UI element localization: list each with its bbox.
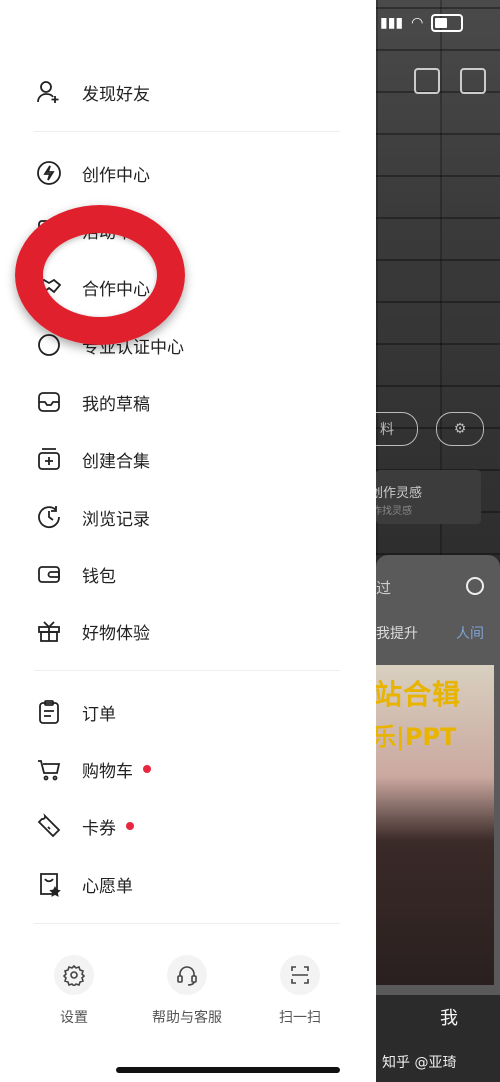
inspiration-title: 创作灵感	[376, 486, 423, 501]
drawer-bottom-actions: 设置 帮助与客服 扫一扫	[0, 955, 376, 1035]
drawer-item-orders[interactable]: 订单	[36, 692, 116, 732]
watermark: 知乎 @亚琦	[382, 1055, 457, 1071]
scan-frame-icon[interactable]	[414, 68, 440, 94]
battery-icon	[431, 14, 464, 32]
tab-me[interactable]: 我	[440, 1004, 458, 1030]
drawer-item-label: 创建合集	[82, 451, 150, 472]
divider	[34, 923, 340, 924]
edit-profile-button[interactable]: 料	[376, 412, 418, 446]
drawer-item-label: 好物体验	[82, 623, 150, 644]
drawer-item-good-things[interactable]: 好物体验	[36, 611, 150, 651]
share-icon[interactable]	[460, 68, 486, 94]
profile-settings-button[interactable]: ⚙	[436, 412, 484, 446]
thumbnail-title: 站合辑	[376, 678, 462, 711]
help-service-label: 帮助与客服	[152, 1010, 222, 1026]
drawer-item-label: 卡券	[82, 818, 116, 839]
wifi-icon: ◠	[411, 15, 424, 31]
wishlist-icon	[36, 871, 62, 897]
drawer-item-label: 心愿单	[82, 876, 133, 897]
drawer-item-wallet[interactable]: 钱包	[36, 554, 116, 594]
background-profile-page: ▮▮▮ ◠ 料 ⚙ 创作灵感 作找灵感 过 我提升 人间 站合辑 乐|PPT 我…	[376, 0, 500, 1082]
scan-label: 扫一扫	[279, 1010, 321, 1026]
gear-icon	[54, 955, 94, 995]
lightning-icon	[36, 160, 62, 186]
history-icon	[36, 504, 62, 530]
search-bar[interactable]: 过	[376, 567, 500, 607]
drawer-item-create-collection[interactable]: 创建合集	[36, 439, 150, 479]
edit-profile-label: 料	[380, 422, 394, 438]
drawer-item-history[interactable]: 浏览记录	[36, 497, 150, 537]
collection-plus-icon	[36, 446, 62, 472]
divider	[34, 131, 340, 132]
cart-icon	[36, 756, 62, 782]
drawer-item-coupons[interactable]: 卡券	[36, 806, 134, 846]
drawer-item-label: 钱包	[82, 566, 116, 587]
tag-item[interactable]: 人间	[456, 623, 484, 643]
inbox-icon	[36, 389, 62, 415]
inspiration-subtitle: 作找灵感	[376, 506, 412, 517]
drawer-item-find-friends[interactable]: 发现好友	[36, 72, 150, 112]
add-user-icon	[36, 79, 62, 105]
scan-icon	[280, 955, 320, 995]
scan-button[interactable]: 扫一扫	[250, 955, 350, 1027]
drawer-item-wishlist[interactable]: 心愿单	[36, 864, 133, 904]
drawer-item-label: 发现好友	[82, 84, 150, 105]
top-icons	[414, 68, 486, 94]
drawer-item-label: 购物车	[82, 761, 133, 782]
drawer-item-label: 我的草稿	[82, 394, 150, 415]
thumbnail-subtitle: 乐|PPT	[376, 723, 457, 751]
headset-icon	[167, 955, 207, 995]
help-service-button[interactable]: 帮助与客服	[137, 955, 237, 1027]
drawer-item-label: 浏览记录	[82, 509, 150, 530]
signal-icon: ▮▮▮	[380, 15, 404, 31]
annotation-ring	[15, 205, 185, 345]
video-thumbnail[interactable]: 站合辑 乐|PPT	[376, 665, 494, 985]
drawer-item-creation-center[interactable]: 创作中心	[36, 153, 150, 193]
drawer-item-label: 创作中心	[82, 165, 150, 186]
tag-item[interactable]: 我提升	[376, 626, 418, 642]
notification-dot	[126, 822, 134, 830]
drawer-item-label: 订单	[82, 704, 116, 725]
settings-label: 设置	[60, 1010, 88, 1026]
drawer-item-cart[interactable]: 购物车	[36, 749, 151, 789]
gift-icon	[36, 618, 62, 644]
content-card: 过 我提升 人间 站合辑 乐|PPT	[376, 555, 500, 995]
wallet-icon	[36, 561, 62, 587]
gear-icon: ⚙	[453, 421, 467, 437]
status-bar: ▮▮▮ ◠	[380, 14, 464, 32]
drawer-item-drafts[interactable]: 我的草稿	[36, 382, 150, 422]
home-indicator	[116, 1067, 340, 1073]
side-drawer: 发现好友 创作中心 活动中心 合作中心 专业认证中心 我的草稿 创建合集 浏览记…	[0, 0, 376, 1082]
search-hint: 过	[376, 579, 392, 597]
settings-button[interactable]: 设置	[24, 955, 124, 1027]
search-icon	[466, 577, 484, 595]
inspiration-card[interactable]: 创作灵感 作找灵感	[376, 470, 481, 524]
notification-dot	[143, 765, 151, 773]
tag-row: 我提升 人间	[376, 623, 500, 643]
clipboard-icon	[36, 699, 62, 725]
coupon-icon	[36, 813, 62, 839]
divider	[34, 670, 340, 671]
